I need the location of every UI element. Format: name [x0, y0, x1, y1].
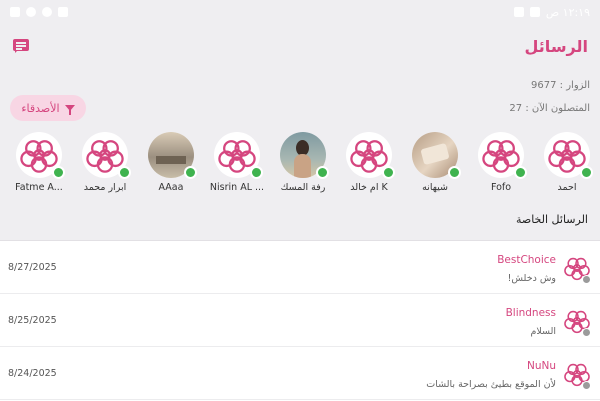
status-time: ١٢:١٩ ص — [545, 5, 590, 19]
section-title: الرسائل الخاصة — [515, 213, 588, 226]
friend-item[interactable]: رفة المسك — [271, 132, 335, 193]
friend-name: احمد — [557, 182, 577, 193]
online-status-dot — [448, 166, 461, 179]
app-header: الرسائل — [0, 24, 600, 68]
message-preview: لأن الموقع بطيئ بصراحة بالشات — [426, 379, 556, 390]
chat-bubble-icon[interactable] — [12, 38, 30, 54]
message-sender: NuNu — [526, 360, 556, 372]
avatar[interactable] — [280, 132, 329, 179]
friend-name: Fofo — [490, 182, 512, 193]
message-date: 8/25/2025 — [8, 315, 57, 326]
online-status-dot — [184, 166, 197, 179]
friend-name: رفة المسك — [280, 182, 326, 193]
folder-icon — [529, 7, 540, 17]
wifi-icon — [26, 7, 36, 17]
avatar[interactable] — [214, 132, 263, 179]
friend-name: Nisrin AL ... — [209, 182, 265, 193]
sender-avatar[interactable] — [564, 255, 591, 284]
notification-icon — [513, 7, 524, 17]
alarm-icon — [42, 7, 52, 17]
message-sender: Blindness — [505, 307, 556, 319]
online-status-dot — [316, 166, 329, 179]
status-icons-right: ١٢:١٩ ص — [513, 5, 590, 19]
message-date: 8/27/2025 — [8, 262, 57, 273]
friend-item[interactable]: ابرار محمد — [73, 132, 137, 193]
online-status-dot — [250, 166, 263, 179]
message-row[interactable]: 8/27/2025 BestChoice وش دخلش! — [0, 241, 600, 294]
friend-item[interactable]: شيهانه — [403, 132, 467, 193]
offline-status-dot — [582, 381, 591, 390]
message-sender: BestChoice — [497, 254, 556, 266]
signal-icon — [58, 7, 68, 17]
online-status-dot — [514, 166, 527, 179]
friends-strip[interactable]: احمد Fofo شيهانه ام خالد K رفة المسك Nisrin A… — [0, 128, 600, 198]
online-status-dot — [52, 166, 65, 179]
offline-status-dot — [582, 275, 591, 284]
message-preview: وش دخلش! — [507, 273, 556, 284]
friend-name: Fatme A... — [15, 182, 63, 193]
online-status-dot — [382, 166, 395, 179]
avatar[interactable] — [346, 132, 395, 179]
offline-status-dot — [582, 328, 591, 337]
online-status-dot — [580, 166, 593, 179]
status-icons-left — [10, 7, 68, 17]
avatar[interactable] — [544, 132, 593, 179]
message-preview: السلام — [530, 326, 556, 337]
avatar[interactable] — [82, 132, 131, 179]
page-title: الرسائل — [524, 36, 588, 56]
online-count: المتصلون الآن : 27 — [509, 103, 590, 114]
avatar[interactable] — [412, 132, 461, 179]
friend-name: شيهانه — [422, 182, 448, 193]
sender-avatar[interactable] — [564, 308, 591, 337]
friend-item[interactable]: احمد — [535, 132, 599, 193]
friend-item[interactable]: ام خالد K — [337, 132, 401, 193]
friend-item[interactable]: Fofo — [469, 132, 533, 193]
status-bar: ١٢:١٩ ص — [0, 0, 600, 24]
online-status-dot — [118, 166, 131, 179]
visitors-count: الزوار : 9677 — [531, 80, 590, 91]
friend-name: ام خالد K — [350, 182, 388, 193]
message-row[interactable]: 8/25/2025 Blindness السلام — [0, 294, 600, 347]
avatar[interactable] — [148, 132, 197, 179]
battery-icon — [10, 7, 20, 17]
message-date: 8/24/2025 — [8, 368, 57, 379]
friend-name: ابرار محمد — [83, 182, 127, 193]
message-list: 8/27/2025 BestChoice وش دخلش! 8/25/2025 Blin… — [0, 240, 600, 401]
sender-avatar[interactable] — [564, 361, 591, 390]
friend-item[interactable]: Fatme A... — [7, 132, 71, 193]
message-row[interactable]: 8/24/2025 NuNu لأن الموقع بطيئ بصراحة بالش… — [0, 347, 600, 400]
friends-filter-button[interactable]: الأصدقاء — [10, 95, 86, 121]
filter-label: الأصدقاء — [21, 101, 60, 115]
friend-name: AAaa — [158, 182, 184, 193]
avatar[interactable] — [478, 132, 527, 179]
friend-item[interactable]: AAaa — [139, 132, 203, 193]
friend-item[interactable]: Nisrin AL ... — [205, 132, 269, 193]
friend-item[interactable] — [0, 132, 5, 182]
avatar[interactable] — [16, 132, 65, 179]
funnel-icon — [64, 105, 75, 115]
